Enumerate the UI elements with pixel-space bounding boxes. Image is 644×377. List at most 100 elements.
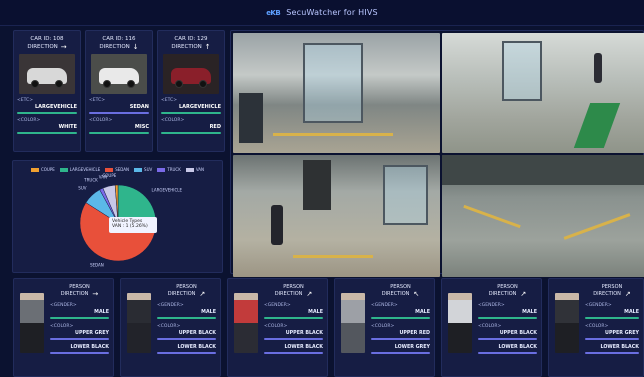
legend-swatch — [105, 167, 114, 172]
legend-label: TRUCK — [167, 167, 181, 172]
car-card[interactable]: CAR ID: 108 DIRECTION → <ETC> LARGEVEHIC… — [13, 30, 81, 152]
car-wheel — [55, 80, 63, 88]
gender-bar — [157, 317, 216, 319]
doorway — [303, 160, 331, 210]
legend-item[interactable]: VAN — [185, 167, 204, 172]
legend-swatch — [59, 167, 68, 172]
tooltip-line: VAN : 1 (5.26%) — [112, 224, 148, 229]
person-title: PERSON — [601, 284, 623, 290]
pie-slice-label: SEDAN — [90, 263, 104, 268]
car-card[interactable]: CAR ID: 129 DIRECTION ↑ <ETC> LARGEVEHIC… — [157, 30, 225, 152]
legend-label: COUPE — [40, 167, 55, 172]
person-thumbnail[interactable] — [127, 293, 151, 353]
color-label: <COLOR> — [478, 324, 502, 329]
lower-color-value: LOWER BLACK — [498, 345, 537, 350]
gender-value: MALE — [94, 310, 109, 315]
person-figure — [271, 205, 283, 245]
direction-arrow-icon: ↗ — [624, 290, 631, 298]
camera-feed-2[interactable] — [442, 33, 644, 153]
legend-item[interactable]: LARGEVEHICLE — [59, 167, 100, 172]
person-title: PERSON — [390, 284, 411, 290]
person-title: PERSON — [176, 284, 197, 290]
direction-label: DIRECTION — [274, 291, 303, 297]
person-info: PERSON DIRECTION ↗ <GENDER> MALE <COLOR>… — [478, 284, 537, 354]
car-direction: DIRECTION → — [27, 43, 66, 51]
car-card[interactable]: CAR ID: 116 DIRECTION ↓ <ETC> SEDAN <COL… — [85, 30, 153, 152]
app-logo: eKB — [266, 8, 281, 17]
person-card[interactable]: PERSON DIRECTION ↗ <GENDER> MALE <COLOR>… — [548, 278, 644, 377]
person-thumbnail[interactable] — [448, 293, 472, 353]
direction-label: DIRECTION — [27, 44, 58, 50]
car-thumbnail[interactable] — [91, 54, 147, 94]
direction-label: DIRECTION — [381, 291, 410, 297]
person-thumbnail[interactable] — [555, 293, 579, 353]
camera-feed-3[interactable] — [233, 155, 440, 277]
legend-swatch — [134, 167, 143, 172]
color-label: <COLOR> — [89, 118, 113, 123]
color-label: <COLOR> — [157, 324, 181, 329]
legend-item[interactable]: COUPE — [30, 167, 55, 172]
gender-bar — [50, 317, 109, 319]
camera-feed-1[interactable] — [233, 33, 440, 153]
legend-item[interactable]: SUV — [134, 167, 152, 172]
person-card[interactable]: PERSON DIRECTION ↖ <GENDER> MALE <COLOR>… — [334, 278, 435, 377]
car-thumbnail[interactable] — [19, 54, 75, 94]
upper-color-value: UPPER RED — [399, 331, 430, 336]
person-title: PERSON — [283, 284, 304, 290]
upper-color-bar — [264, 338, 323, 340]
person-info: PERSON DIRECTION ↗ <GENDER> MALE <COLOR>… — [264, 284, 323, 354]
direction-label: DIRECTION — [488, 291, 517, 297]
person-card[interactable]: PERSON DIRECTION ↗ <GENDER> MALE <COLOR>… — [227, 278, 328, 377]
person-direction: DIRECTION → — [50, 291, 109, 298]
app-title: SecuWatcher for HIVS — [286, 8, 378, 17]
gender-label: <GENDER> — [50, 303, 77, 308]
person-thumbnail[interactable] — [341, 293, 365, 353]
legend-label: SEDAN — [115, 167, 130, 172]
etc-value: LARGEVEHICLE — [34, 104, 77, 110]
etc-value: LARGEVEHICLE — [178, 104, 221, 110]
person-card[interactable]: PERSON DIRECTION → <GENDER> MALE <COLOR>… — [13, 278, 114, 377]
camera-feed-4[interactable] — [442, 155, 644, 277]
direction-arrow-icon: ↗ — [306, 290, 313, 298]
car-thumbnail[interactable] — [163, 54, 219, 94]
upper-color-bar — [371, 338, 430, 340]
person-info: PERSON DIRECTION ↖ <GENDER> MALE <COLOR>… — [371, 284, 430, 354]
color-label: <COLOR> — [17, 118, 41, 123]
car-direction: DIRECTION ↑ — [171, 43, 210, 51]
person-thumbnail[interactable] — [234, 293, 258, 353]
lower-color-value: LOWER BLACK — [70, 345, 109, 350]
person-card[interactable]: PERSON DIRECTION ↗ <GENDER> MALE <COLOR>… — [441, 278, 542, 377]
vehicle-type-chart-panel: COUPE LARGEVEHICLE SEDAN SUV TRUCK VAN LARGEV… — [12, 160, 223, 273]
person-thumbnail[interactable] — [20, 293, 44, 353]
person-card[interactable]: PERSON DIRECTION ↗ <GENDER> MALE <COLOR>… — [120, 278, 221, 377]
direction-arrow-icon: → — [60, 43, 67, 51]
etc-label: <ETC> — [161, 98, 178, 103]
parking-line — [563, 213, 631, 240]
car-wheel — [175, 80, 183, 88]
car-wheel — [103, 80, 111, 88]
gender-label: <GENDER> — [371, 303, 398, 308]
car-id: CAR ID: 108 — [30, 36, 64, 42]
person-direction: DIRECTION ↗ — [585, 291, 639, 298]
gender-value: MALE — [308, 310, 323, 315]
legend-item[interactable]: SEDAN — [105, 167, 129, 172]
color-bar — [89, 132, 149, 134]
pie-slice-label: COUPE — [102, 173, 116, 178]
legend-label: SUV — [144, 167, 153, 172]
car-header: CAR ID: 108 DIRECTION → — [17, 35, 77, 51]
direction-arrow-icon: ↗ — [520, 290, 527, 298]
parking-line — [463, 204, 521, 229]
gender-value: MALE — [522, 310, 537, 315]
gender-label: <GENDER> — [478, 303, 505, 308]
legend-item[interactable]: TRUCK — [157, 167, 181, 172]
lower-color-bar — [371, 352, 430, 354]
direction-arrow-icon: ↑ — [204, 43, 211, 51]
direction-label: DIRECTION — [99, 44, 130, 50]
direction-label: DIRECTION — [593, 291, 621, 297]
gender-label: <GENDER> — [585, 303, 612, 308]
green-mat — [573, 103, 621, 148]
etc-bar — [17, 112, 77, 114]
etc-label: <ETC> — [89, 98, 106, 103]
upper-color-bar — [478, 338, 537, 340]
person-info: PERSON DIRECTION ↗ <GENDER> MALE <COLOR>… — [585, 284, 639, 354]
